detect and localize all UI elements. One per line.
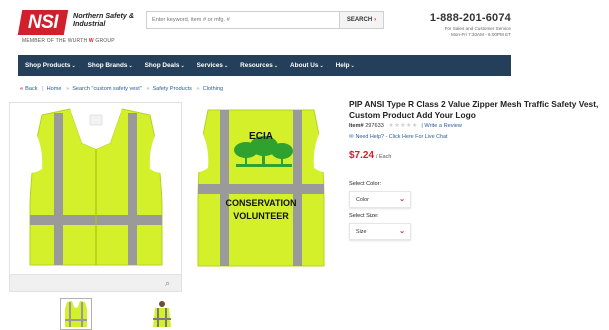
logo-badge: NSI <box>17 10 69 35</box>
breadcrumb: «Back | Home » Search "custom safety vest"… <box>20 86 223 92</box>
breadcrumb-clothing[interactable]: Clothing <box>203 86 224 92</box>
main-nav: Shop Products⌄ Shop Brands⌄ Shop Deals⌄ … <box>18 55 511 76</box>
breadcrumb-home[interactable]: Home <box>47 86 62 92</box>
breadcrumb-safety-products[interactable]: Safety Products <box>152 86 192 92</box>
product-title: PIP ANSI Type R Class 2 Value Zipper Mes… <box>349 99 599 120</box>
logo-tagline-suffix: GROUP <box>95 38 115 44</box>
thumbnail-front-image <box>65 301 87 327</box>
nav-label: Shop Products <box>25 62 71 69</box>
logo-text: NSI <box>27 12 59 33</box>
nav-label: About Us <box>290 62 319 69</box>
size-select-value: Size <box>356 229 367 235</box>
nav-resources[interactable]: Resources⌄ <box>240 62 278 69</box>
search-button[interactable]: SEARCH › <box>339 12 383 28</box>
size-select[interactable]: Size ⌄ <box>349 223 411 240</box>
thumbnail-strip <box>60 298 190 330</box>
nav-shop-products[interactable]: Shop Products⌄ <box>25 62 76 69</box>
nav-label: Shop Deals <box>144 62 180 69</box>
size-label: Select Size: <box>349 213 379 219</box>
chevron-down-icon: ⌄ <box>71 63 76 69</box>
hours-line-1: For Sales and Customer Service <box>444 26 511 31</box>
nsi-logo[interactable]: NSI Northern Safety & Industrial MEMBER … <box>17 10 134 44</box>
zoom-icon[interactable]: ⌕ <box>165 278 175 288</box>
nav-shop-deals[interactable]: Shop Deals⌄ <box>145 62 185 69</box>
search-button-label: SEARCH <box>346 17 373 23</box>
nav-label: Resources <box>240 62 273 69</box>
chevron-down-icon: ⌄ <box>128 63 133 69</box>
breadcrumb-back[interactable]: Back <box>25 86 37 92</box>
color-select-value: Color <box>356 197 369 203</box>
breadcrumb-separator: » <box>146 86 150 92</box>
live-chat-link[interactable]: ✉ Need Help? - Click Here For Live Chat <box>349 134 448 140</box>
chevron-right-icon: › <box>374 17 377 23</box>
nav-services[interactable]: Services⌄ <box>197 62 229 69</box>
wurth-mark: W <box>88 38 94 44</box>
search-bar: SEARCH› <box>146 11 384 29</box>
rating-stars-icon: ★★★★★ <box>388 123 418 129</box>
breadcrumb-separator: » <box>196 86 200 92</box>
chevron-down-icon: ⌄ <box>180 63 185 69</box>
phone-number[interactable]: 1-888-201-6074 <box>430 12 511 24</box>
chevron-down-icon: ⌄ <box>350 63 355 69</box>
nav-about-us[interactable]: About Us⌄ <box>290 62 324 69</box>
chevron-down-icon: ⌄ <box>399 196 405 203</box>
nav-shop-brands[interactable]: Shop Brands⌄ <box>88 62 133 69</box>
color-select[interactable]: Color ⌄ <box>349 191 411 208</box>
thumbnail-front[interactable] <box>60 298 92 330</box>
back-print-line2: VOLUNTEER <box>233 211 289 221</box>
thumbnail-worn[interactable] <box>146 298 178 330</box>
main-product-image[interactable] <box>9 102 182 290</box>
chevron-down-icon: ⌄ <box>223 63 229 69</box>
logo-tagline: MEMBER OF THE WURTH W GROUP <box>22 38 115 44</box>
breadcrumb-separator: » <box>66 86 70 92</box>
product-item-row: Item# 297633 ★★★★★ | Write a Review <box>349 122 462 129</box>
back-print-line1: CONSERVATION <box>225 198 297 208</box>
price-unit: / Each <box>376 154 392 160</box>
thumbnail-worn-image <box>153 301 171 327</box>
chevron-down-icon: ⌄ <box>273 63 279 69</box>
color-label: Select Color: <box>349 181 382 187</box>
chevron-left-icon: « <box>20 86 24 92</box>
write-review-link[interactable]: | Write a Review <box>421 123 462 129</box>
back-print-top: ECIA <box>249 131 273 142</box>
logo-tagline-prefix: MEMBER OF THE WURTH <box>22 38 88 44</box>
image-zoom-bar: ⌕ <box>9 274 182 292</box>
nav-label: Help <box>335 62 350 69</box>
item-number-label: Item# <box>349 123 364 129</box>
nav-help[interactable]: Help⌄ <box>336 62 355 69</box>
live-chat-label: Need Help? - Click Here For Live Chat <box>355 134 448 140</box>
product-price: $7.24/ Each <box>349 150 391 161</box>
chevron-down-icon: ⌄ <box>399 228 405 235</box>
hours-line-2: Mon-Fri 7:30AM - 6:00PM ET <box>451 32 511 37</box>
nav-label: Shop Brands <box>87 62 128 69</box>
chevron-down-icon: ⌄ <box>319 63 324 69</box>
search-input[interactable] <box>147 12 339 28</box>
vest-front-image <box>29 106 163 266</box>
vest-back-image[interactable]: ECIA CONSERVATION VOLUNTEER <box>188 106 334 268</box>
logo-company-name: Northern Safety & Industrial <box>73 11 135 28</box>
breadcrumb-separator: | <box>42 86 44 92</box>
item-number: 297633 <box>365 123 384 129</box>
price-value: $7.24 <box>349 150 375 161</box>
breadcrumb-search[interactable]: Search "custom safety vest" <box>72 86 142 92</box>
chat-icon: ✉ <box>349 134 354 140</box>
nav-label: Services <box>196 62 223 69</box>
